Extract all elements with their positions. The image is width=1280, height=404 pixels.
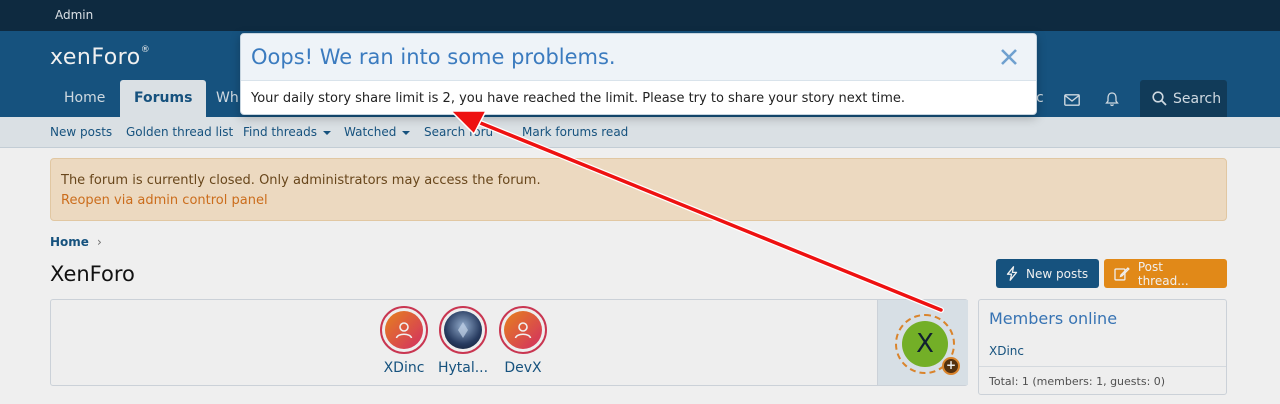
notice-text: The forum is currently closed. Only admi… — [61, 173, 541, 188]
modal-header: Oops! We ran into some problems. — [241, 34, 1036, 81]
members-online-title[interactable]: Members online — [989, 309, 1117, 328]
story-item[interactable]: XDinc — [374, 306, 434, 376]
subnav-find-threads[interactable]: Find threads — [243, 125, 331, 139]
lightning-icon — [1006, 266, 1018, 281]
inbox-icon[interactable] — [1055, 82, 1089, 117]
members-total: Total: 1 (members: 1, guests: 0) — [979, 366, 1226, 388]
add-story-button[interactable]: X + — [877, 300, 968, 385]
subnav-search-forums[interactable]: Search foru — [424, 125, 493, 139]
story-item[interactable]: Hytal... — [433, 306, 493, 376]
nav-tab-forums[interactable]: Forums — [120, 80, 207, 117]
chevron-down-icon — [323, 130, 331, 135]
subnav-new-posts[interactable]: New posts — [50, 125, 112, 139]
modal-title: Oops! We ran into some problems. — [251, 45, 616, 69]
new-posts-button[interactable]: New posts — [996, 259, 1099, 288]
user-icon — [504, 311, 542, 349]
admin-link[interactable]: Admin — [55, 8, 93, 22]
close-icon[interactable] — [998, 46, 1020, 68]
avatar: X — [902, 321, 948, 367]
story-username: XDinc — [383, 360, 425, 376]
admin-bar: Admin — [0, 0, 1280, 31]
subnav-golden-thread-list[interactable]: Golden thread list — [126, 125, 233, 139]
avatar — [444, 311, 482, 349]
post-thread-button[interactable]: Post thread... — [1104, 259, 1227, 288]
error-modal: Oops! We ran into some problems. Your da… — [240, 33, 1037, 115]
my-story-ring: X + — [895, 314, 960, 375]
nav-tab-home[interactable]: Home — [50, 80, 119, 117]
edit-icon — [1114, 267, 1130, 281]
subnav-watched[interactable]: Watched — [344, 125, 411, 139]
stories-panel: XDinc Hytal... DevX X + — [50, 299, 968, 386]
reopen-forum-link[interactable]: Reopen via admin control panel — [61, 193, 268, 208]
forum-closed-notice: The forum is currently closed. Only admi… — [50, 158, 1227, 221]
members-online-widget: Members online XDinc Total: 1 (members: … — [978, 299, 1227, 395]
search-label: Search — [1173, 90, 1222, 107]
plus-icon: + — [942, 357, 960, 375]
chevron-right-icon: › — [96, 235, 102, 249]
site-logo[interactable]: xenForo® — [50, 45, 150, 70]
breadcrumb-home[interactable]: Home — [50, 235, 89, 249]
nav-account-partial[interactable]: c — [1036, 90, 1044, 106]
search-icon — [1152, 91, 1167, 106]
subnav-mark-forums-read[interactable]: Mark forums read — [522, 125, 628, 139]
story-username: Hytal... — [437, 360, 489, 376]
search-button[interactable]: Search — [1140, 80, 1227, 117]
bell-icon[interactable] — [1095, 82, 1129, 117]
modal-message: Your daily story share limit is 2, you h… — [251, 91, 905, 106]
sub-navigation: New posts Golden thread list Find thread… — [0, 117, 1280, 148]
breadcrumb: Home › — [50, 235, 102, 249]
story-username: DevX — [504, 360, 542, 376]
chevron-down-icon — [402, 130, 411, 135]
user-icon — [385, 311, 423, 349]
page-title: XenForo — [50, 262, 135, 286]
member-link[interactable]: XDinc — [989, 344, 1024, 358]
story-item[interactable]: DevX — [493, 306, 553, 376]
